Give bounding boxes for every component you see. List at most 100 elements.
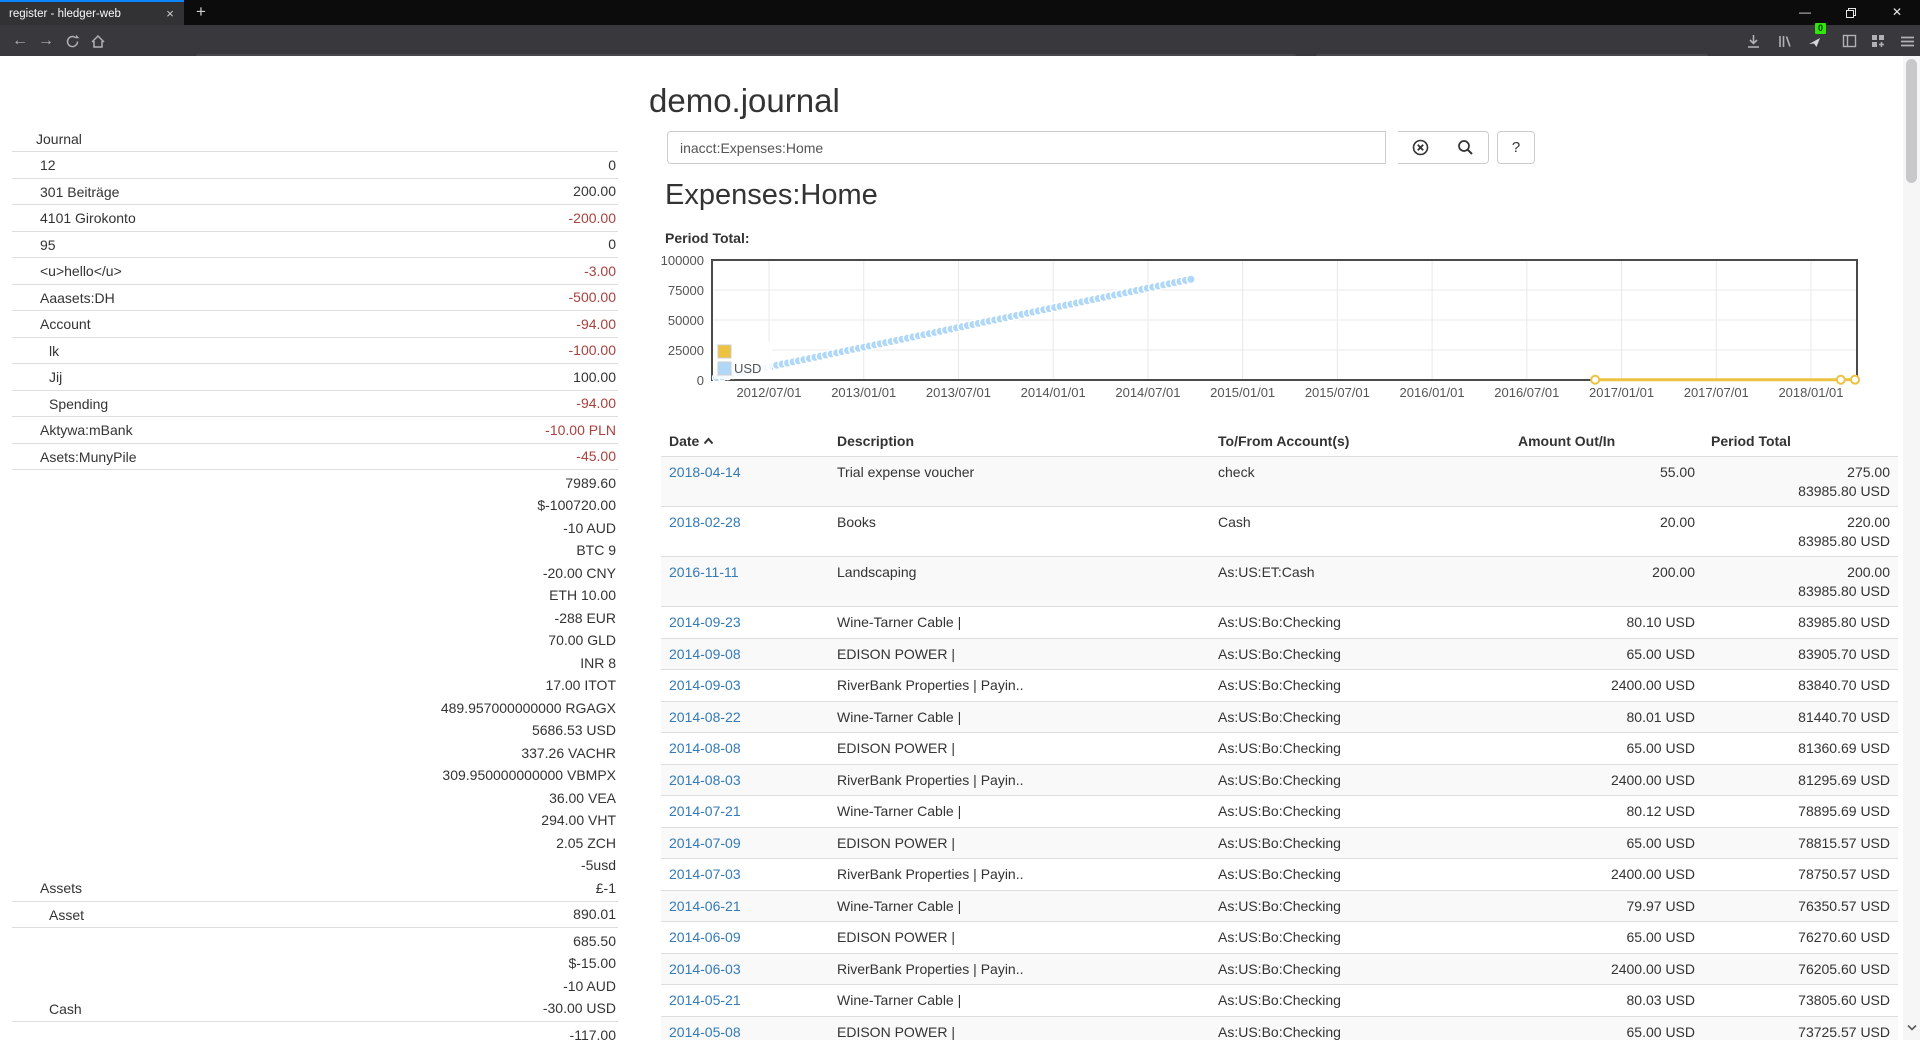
- svg-text:2014/07/01: 2014/07/01: [1115, 385, 1180, 400]
- account-link[interactable]: Account: [12, 314, 576, 335]
- register-total-cell: 81440.70 USD: [1703, 701, 1898, 733]
- account-balance: -94.00: [576, 392, 616, 415]
- account-link[interactable]: Jij: [12, 367, 573, 388]
- svg-text:2013/01/01: 2013/01/01: [831, 385, 896, 400]
- date-link[interactable]: 2014-08-03: [669, 772, 741, 788]
- forward-button[interactable]: →: [34, 29, 58, 53]
- query-input[interactable]: [667, 131, 1386, 164]
- account-link[interactable]: Spending: [12, 394, 576, 415]
- home-icon: [90, 34, 106, 49]
- register-description-cell: Wine-Tarner Cable |: [829, 607, 1210, 639]
- addons-grid-button[interactable]: [1866, 29, 1890, 53]
- date-link[interactable]: 2014-08-22: [669, 709, 741, 725]
- column-header-amount: Amount Out/In: [1510, 428, 1703, 457]
- window-minimize-button[interactable]: —: [1782, 0, 1828, 25]
- account-link[interactable]: Asset: [12, 905, 573, 926]
- date-link[interactable]: 2014-09-08: [669, 646, 741, 662]
- date-link[interactable]: 2018-04-14: [669, 464, 741, 480]
- scrollbar-thumb[interactable]: [1906, 59, 1917, 183]
- sidebar-toggle-button[interactable]: [1837, 29, 1861, 53]
- new-tab-button[interactable]: +: [188, 0, 214, 25]
- browser-tab[interactable]: register - hledger-web ×: [0, 0, 184, 25]
- sidebar-account-row: lk-100.00: [12, 337, 618, 364]
- account-link[interactable]: lk: [12, 341, 569, 362]
- register-total-cell: 78750.57 USD: [1703, 859, 1898, 891]
- svg-text:2017/07/01: 2017/07/01: [1684, 385, 1749, 400]
- search-button[interactable]: [1443, 131, 1489, 164]
- register-date-cell: 2018-02-28: [661, 507, 829, 557]
- register-total-cell: 78815.57 USD: [1703, 827, 1898, 859]
- register-description-cell: Books: [829, 507, 1210, 557]
- register-amount-cell: 79.97 USD: [1510, 890, 1703, 922]
- clear-query-button[interactable]: [1398, 131, 1444, 164]
- register-amount-cell: 2400.00 USD: [1510, 670, 1703, 702]
- library-button[interactable]: [1772, 29, 1796, 53]
- register-description-cell: RiverBank Properties | Payin..: [829, 764, 1210, 796]
- register-date-cell: 2014-05-21: [661, 985, 829, 1017]
- account-link[interactable]: Cash: [12, 999, 543, 1020]
- register-amount-cell: 200.00: [1510, 557, 1703, 607]
- reload-button[interactable]: [60, 29, 84, 53]
- svg-text:50000: 50000: [668, 313, 704, 328]
- grid-plus-icon: [1871, 34, 1886, 49]
- menu-button[interactable]: [1895, 29, 1919, 53]
- extension-button[interactable]: 0: [1803, 29, 1827, 53]
- register-account-cell: Cash: [1210, 507, 1510, 557]
- date-link[interactable]: 2014-07-09: [669, 835, 741, 851]
- register-row: 2014-08-03 RiverBank Properties | Payin..…: [661, 764, 1898, 796]
- account-link[interactable]: 12: [12, 155, 608, 176]
- page-content: demo.journal Journal 120301 Beiträge200.…: [0, 56, 1903, 1040]
- date-link[interactable]: 2014-06-03: [669, 961, 741, 977]
- back-button[interactable]: ←: [8, 29, 32, 53]
- home-button[interactable]: [86, 29, 110, 53]
- page-scrollbar[interactable]: [1903, 56, 1920, 1040]
- register-date-cell: 2014-08-03: [661, 764, 829, 796]
- register-date-cell: 2018-04-14: [661, 457, 829, 507]
- date-link[interactable]: 2014-06-09: [669, 929, 741, 945]
- account-link[interactable]: 95: [12, 235, 608, 256]
- date-link[interactable]: 2016-11-11: [669, 564, 739, 580]
- date-link[interactable]: 2014-07-03: [669, 866, 741, 882]
- browser-titlebar: register - hledger-web × + — ✕: [0, 0, 1920, 25]
- account-balance: -117.00: [570, 1024, 616, 1040]
- column-header-tofrom: To/From Account(s): [1210, 428, 1510, 457]
- period-total-chart[interactable]: 2012/07/012013/01/012013/07/012014/01/01…: [650, 250, 1890, 410]
- help-button[interactable]: ?: [1497, 131, 1535, 164]
- account-link[interactable]: Assets: [12, 878, 441, 899]
- svg-text:2018/01/01: 2018/01/01: [1778, 385, 1843, 400]
- svg-text:0: 0: [697, 373, 704, 388]
- tab-close-icon[interactable]: ×: [162, 6, 178, 22]
- account-link[interactable]: 301 Beiträge: [12, 182, 573, 203]
- register-total-cell: 83840.70 USD: [1703, 670, 1898, 702]
- date-link[interactable]: 2014-08-08: [669, 740, 741, 756]
- account-link[interactable]: <u>hello</u>: [12, 261, 584, 282]
- date-link[interactable]: 2014-06-21: [669, 898, 741, 914]
- account-link[interactable]: Aktywa:mBank: [12, 420, 545, 441]
- date-link[interactable]: 2014-05-08: [669, 1024, 741, 1040]
- account-link[interactable]: 4101 Girokonto: [12, 208, 569, 229]
- date-link[interactable]: 2014-09-03: [669, 677, 741, 693]
- date-link[interactable]: 2014-07-21: [669, 803, 741, 819]
- window-close-button[interactable]: ✕: [1874, 0, 1920, 25]
- register-amount-cell: 55.00: [1510, 457, 1703, 507]
- register-description-cell: RiverBank Properties | Payin..: [829, 670, 1210, 702]
- downloads-button[interactable]: [1741, 29, 1765, 53]
- window-restore-button[interactable]: [1828, 0, 1874, 25]
- account-balance: 100.00: [573, 366, 616, 389]
- account-link[interactable]: Aaasets:DH: [12, 288, 569, 309]
- date-link[interactable]: 2014-09-23: [669, 614, 741, 630]
- account-balance: 0: [608, 154, 616, 177]
- column-header-date[interactable]: Date: [661, 428, 829, 457]
- scroll-down-icon[interactable]: [1903, 1018, 1920, 1036]
- register-account-cell: As:US:Bo:Checking: [1210, 922, 1510, 954]
- register-row: 2014-06-09EDISON POWER |As:US:Bo:Checkin…: [661, 922, 1898, 954]
- register-total-cell: 220.0083985.80 USD: [1703, 507, 1898, 557]
- sidebar-account-row: 301 Beiträge200.00: [12, 178, 618, 205]
- register-row: 2018-04-14Trial expense vouchercheck55.0…: [661, 457, 1898, 507]
- account-link[interactable]: Asets:MunyPile: [12, 447, 576, 468]
- date-link[interactable]: 2018-02-28: [669, 514, 741, 530]
- sidebar-account-row: -117.00: [12, 1021, 618, 1040]
- date-link[interactable]: 2014-05-21: [669, 992, 741, 1008]
- sidebar-item-journal[interactable]: Journal: [12, 129, 616, 150]
- register-total-cell: 83905.70 USD: [1703, 638, 1898, 670]
